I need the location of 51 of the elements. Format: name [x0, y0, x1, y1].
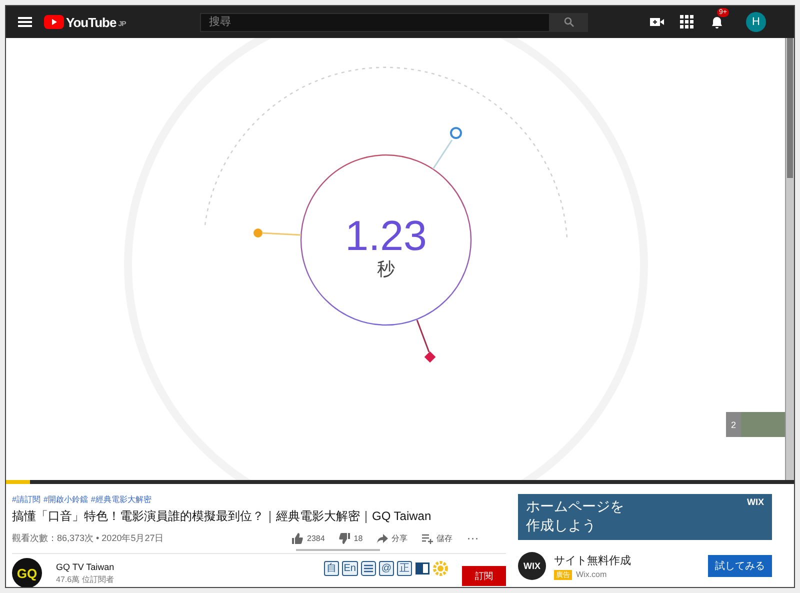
- menu-icon[interactable]: [18, 16, 32, 28]
- list-icon[interactable]: [361, 560, 376, 576]
- ad-title[interactable]: サイト無料作成: [554, 552, 631, 568]
- bell-icon[interactable]: [710, 15, 724, 29]
- hashtag-link[interactable]: #經典電影大解密: [90, 494, 152, 505]
- like-button[interactable]: 2384: [292, 532, 325, 544]
- thumbs-down-icon: [338, 532, 350, 544]
- add-to-list-icon: [422, 532, 433, 544]
- view-count: 觀看次數：86,373次 • 2020年5月27日: [12, 532, 165, 544]
- book-icon[interactable]: [415, 560, 430, 576]
- thumbs-up-icon: [292, 532, 303, 544]
- search-button[interactable]: [550, 12, 588, 32]
- search-icon: [564, 17, 574, 27]
- subscribe-button[interactable]: 訂閱: [462, 566, 506, 586]
- channel-name[interactable]: GQ TV Taiwan: [56, 562, 114, 572]
- save-button[interactable]: 儲存: [422, 532, 453, 544]
- banner-brand: WIX: [747, 497, 764, 509]
- advertiser-logo[interactable]: WIX: [518, 552, 546, 580]
- timer-unit: 秒: [377, 259, 395, 279]
- extension-icon[interactable]: En: [342, 560, 358, 576]
- scrollbar[interactable]: [785, 38, 794, 480]
- hashtag-link[interactable]: #開啟小鈴鐺: [43, 494, 88, 505]
- diamond-marker: [416, 320, 436, 363]
- avatar[interactable]: H: [746, 12, 766, 32]
- extension-icon[interactable]: 正: [397, 560, 412, 576]
- scrollbar-thumb[interactable]: [787, 38, 793, 178]
- channel-logo[interactable]: GQ: [12, 558, 42, 587]
- timer-value: 1.23: [345, 212, 427, 259]
- share-arrow-icon: [376, 532, 388, 544]
- extension-icon[interactable]: @: [379, 560, 394, 576]
- banner-headline: 作成しよう: [526, 516, 597, 535]
- extension-icon[interactable]: 自: [324, 560, 339, 576]
- ad-banner[interactable]: ホームページを 作成しよう WIX: [518, 494, 772, 540]
- playlist-count[interactable]: 2: [726, 412, 741, 437]
- dislike-button[interactable]: 18: [338, 532, 363, 544]
- ring-marker: [432, 127, 462, 170]
- subscriber-count: 47.6萬 位訂閱者: [56, 574, 114, 584]
- video-camera-icon[interactable]: [650, 15, 664, 29]
- dot-marker: [254, 228, 302, 238]
- play-logo-icon[interactable]: [44, 15, 64, 29]
- hashtag-link[interactable]: #請訂閱: [12, 494, 40, 505]
- banner-headline: ホームページを: [526, 497, 624, 516]
- thumbnail-placeholder[interactable]: [741, 412, 785, 437]
- more-button[interactable]: ···: [466, 531, 479, 545]
- video-title: 搞懂「口音」特色！電影演員誰的模擬最到位？｜經典電影大解密｜GQ Taiwan: [12, 508, 432, 525]
- logo-text[interactable]: YouTube: [66, 14, 116, 30]
- search-field[interactable]: 搜尋: [200, 12, 550, 32]
- try-button[interactable]: 試してみる: [708, 555, 772, 577]
- share-button[interactable]: 分享: [376, 532, 408, 544]
- apps-grid-icon[interactable]: [680, 15, 694, 29]
- ad-domain: Wix.com: [576, 570, 607, 579]
